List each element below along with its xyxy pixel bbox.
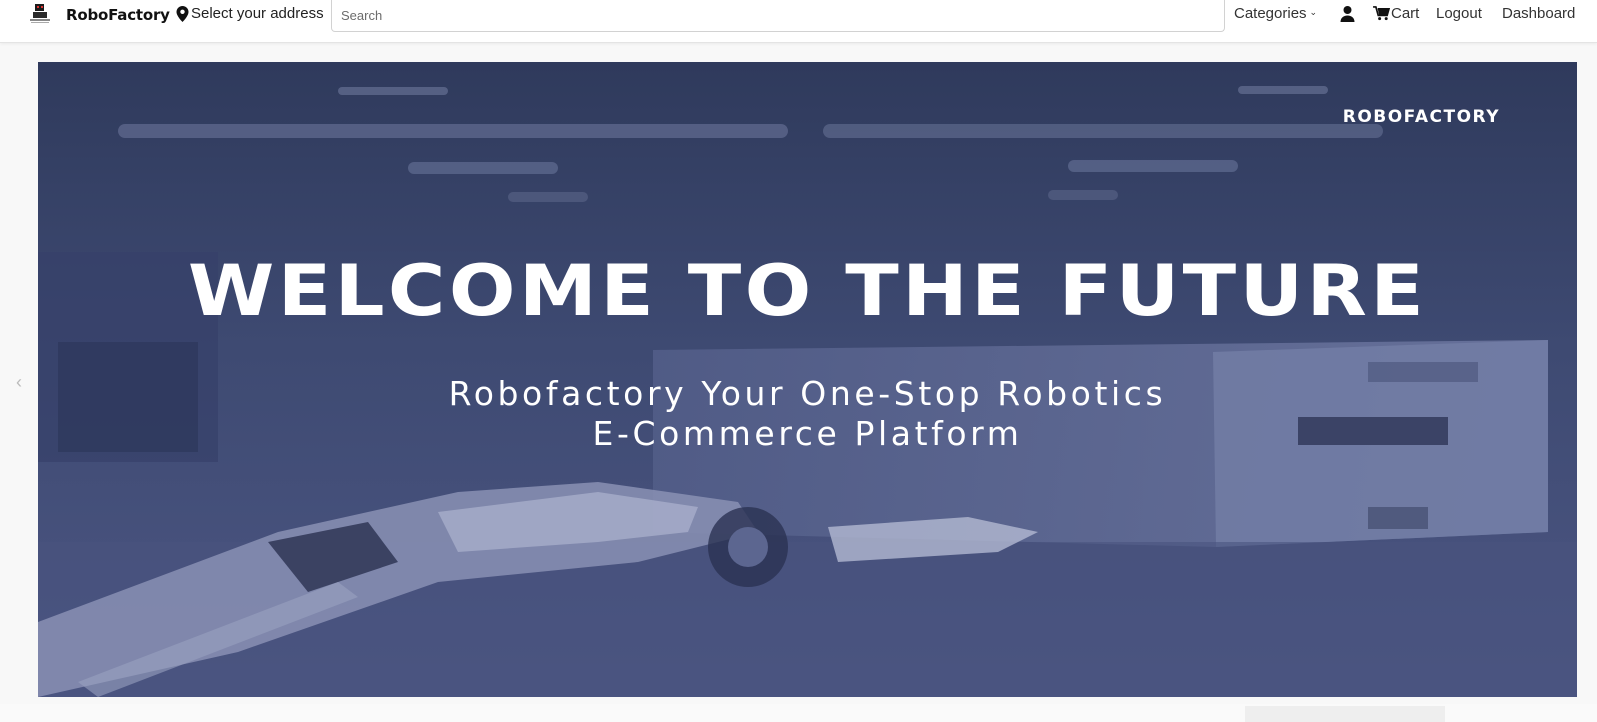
cart-label: Cart — [1391, 5, 1420, 22]
user-icon[interactable] — [1340, 6, 1355, 22]
select-address-link[interactable]: Select your address — [176, 5, 324, 22]
categories-label: Categories — [1234, 5, 1307, 22]
bottom-panel — [1245, 706, 1445, 722]
cart-link[interactable]: Cart — [1373, 5, 1419, 22]
carousel-prev-icon[interactable]: ‹ — [16, 372, 22, 393]
search-input[interactable] — [331, 0, 1225, 32]
hero-subtitle-line-2: E-Commerce Platform — [592, 414, 1023, 453]
logout-link[interactable]: Logout — [1436, 5, 1482, 22]
address-label: Select your address — [191, 5, 324, 22]
hero-subtitle-line-1: Robofactory Your One-Stop Robotics — [448, 374, 1167, 413]
robot-logo-icon[interactable] — [28, 3, 52, 25]
top-navbar: RoboFactory Select your address Categori… — [0, 0, 1597, 43]
chevron-down-icon: ⌄ — [1309, 7, 1318, 17]
brand-name[interactable]: RoboFactory — [66, 6, 170, 24]
hero-title: WELCOME TO THE FUTURE — [187, 250, 1428, 332]
hero-brand-logo: ROBOFACTORY — [1342, 107, 1500, 127]
map-pin-icon — [176, 5, 189, 22]
cart-icon — [1373, 6, 1390, 21]
dashboard-link[interactable]: Dashboard — [1502, 5, 1575, 22]
hero-subtitle: Robofactory Your One-Stop Robotics E-Com… — [38, 374, 1577, 454]
hero-banner[interactable]: ROBOFACTORY WELCOME TO THE FUTURE Robofa… — [38, 62, 1577, 697]
categories-dropdown[interactable]: Categories ⌄ — [1234, 5, 1317, 22]
